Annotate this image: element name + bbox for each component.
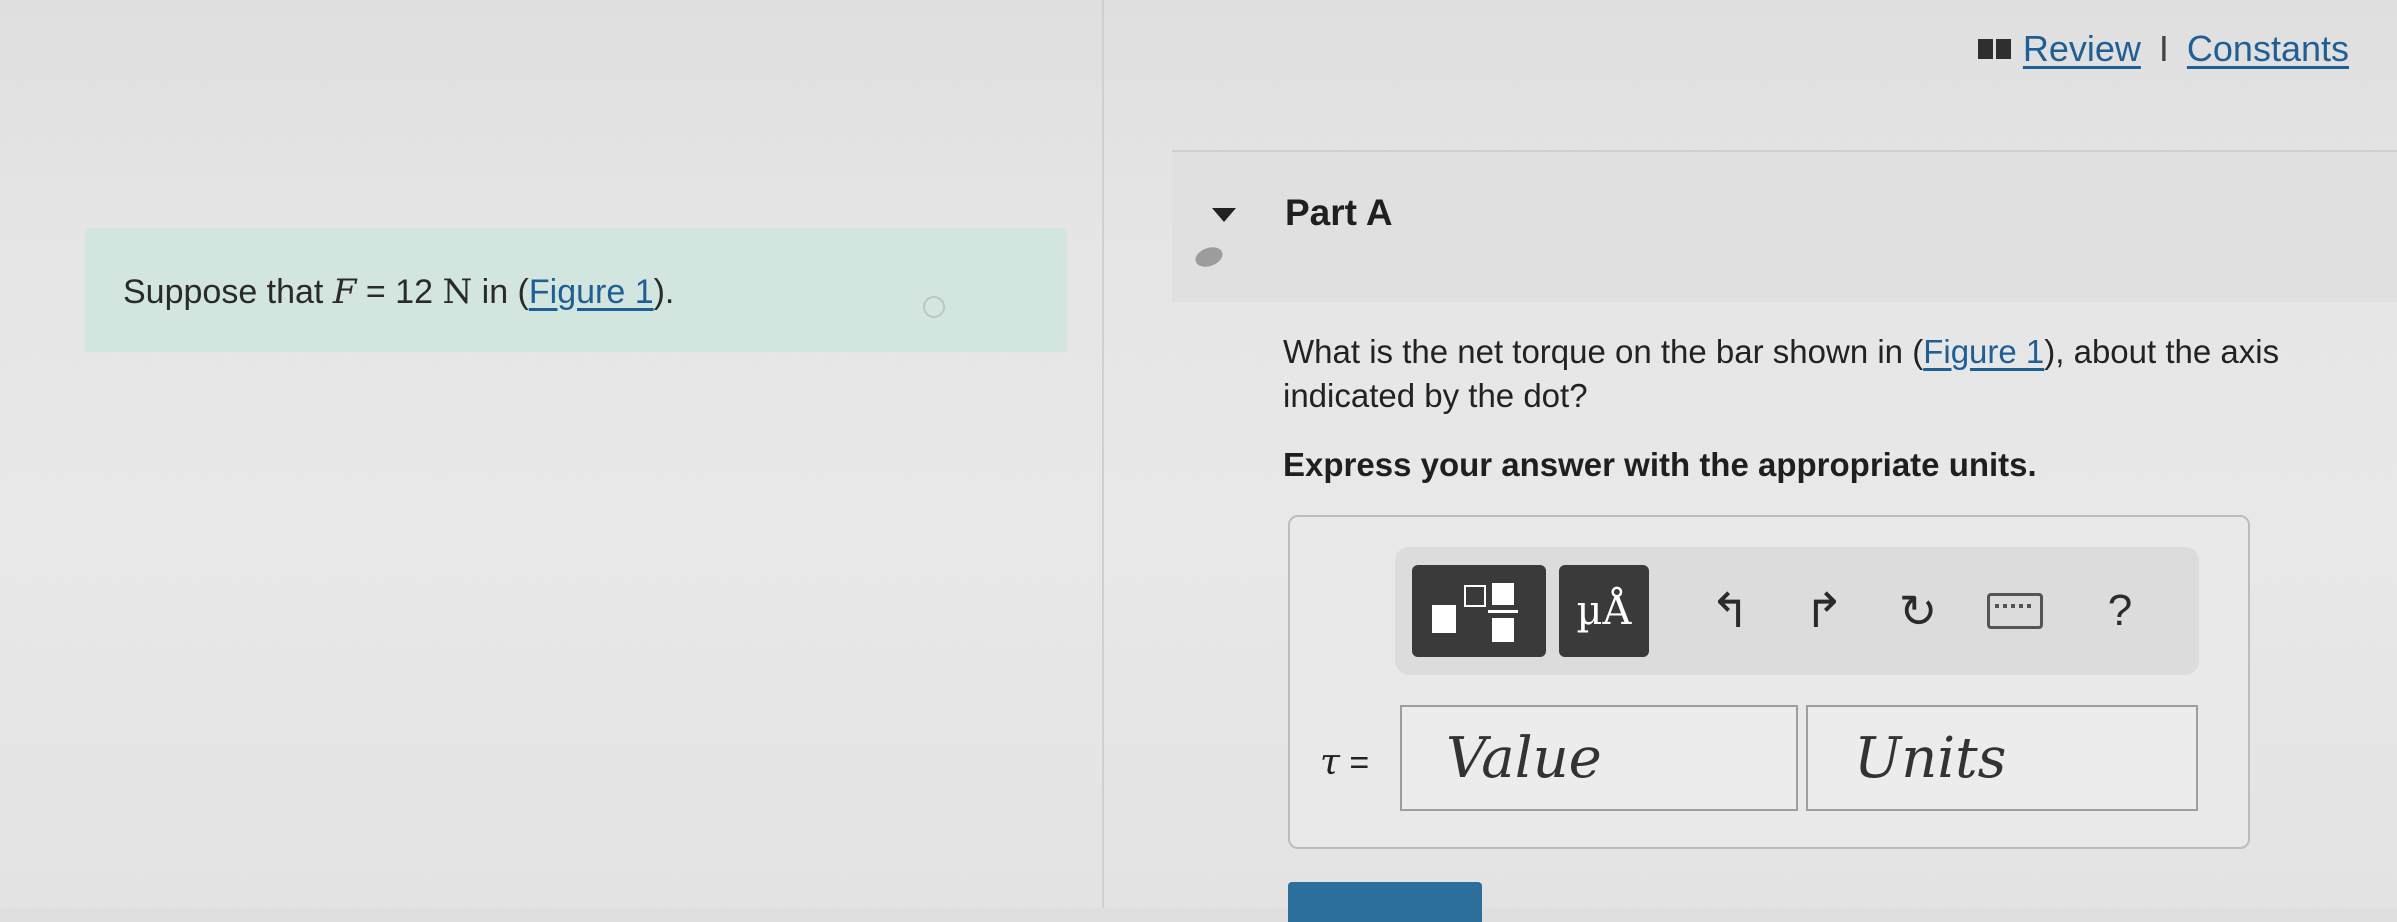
math-toolbar: µÅ ↰ ↱ ↻ ? (1395, 547, 2199, 675)
link-separator: I (2158, 28, 2169, 69)
problem-in-text: in ( (472, 273, 529, 311)
templates-button[interactable] (1412, 565, 1546, 657)
force-variable: F (332, 272, 357, 312)
undo-icon[interactable]: ↰ (1695, 571, 1765, 651)
redo-icon[interactable]: ↱ (1789, 571, 1859, 651)
help-icon[interactable]: ? (2085, 571, 2155, 651)
part-title[interactable]: Part A (1285, 192, 1393, 234)
book-icon (1977, 39, 2011, 59)
tau-equals: = (1339, 744, 1370, 782)
reset-icon[interactable]: ↻ (1883, 571, 1953, 651)
submit-button[interactable] (1288, 882, 1482, 922)
answer-box: µÅ ↰ ↱ ↻ ? τ = Value Units (1288, 515, 2250, 849)
units-button[interactable]: µÅ (1559, 565, 1649, 657)
top-links: Review I Constants (1977, 28, 2349, 70)
tau-label: τ = (1320, 742, 1369, 783)
question-text: What is the net torque on the bar shown … (1283, 330, 2343, 418)
question-figure-link[interactable]: Figure 1 (1923, 333, 2044, 370)
problem-statement: Suppose that F = 12 N in (Figure 1). (123, 272, 674, 312)
question-before: What is the net torque on the bar shown … (1283, 333, 1924, 370)
collapse-triangle-icon[interactable] (1212, 208, 1236, 222)
value-input[interactable]: Value (1400, 705, 1798, 811)
answer-instruction: Express your answer with the appropriate… (1283, 446, 2037, 483)
constants-link[interactable]: Constants (2187, 28, 2349, 70)
force-value: = 12 (356, 273, 443, 311)
problem-prefix: Suppose that (123, 273, 333, 311)
tau-symbol: τ (1320, 742, 1340, 783)
units-input[interactable]: Units (1806, 705, 2198, 811)
review-link[interactable]: Review (2023, 28, 2141, 70)
problem-suffix: ). (653, 273, 675, 311)
force-unit: N (442, 272, 473, 312)
hint-icon (923, 296, 945, 318)
keyboard-icon[interactable] (1980, 571, 2050, 651)
problem-statement-panel: Suppose that F = 12 N in (Figure 1). (85, 228, 1067, 352)
column-divider (1102, 0, 1104, 908)
figure-link[interactable]: Figure 1 (529, 273, 654, 311)
